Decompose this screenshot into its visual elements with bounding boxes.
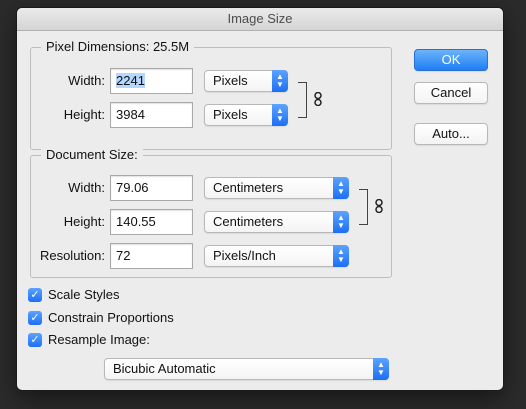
select-arrows-icon: ▲ ▼ bbox=[333, 245, 349, 267]
cancel-button[interactable]: Cancel bbox=[414, 82, 488, 104]
select-arrows-icon: ▲ ▼ bbox=[333, 211, 349, 233]
checkmark-icon: ✓ bbox=[28, 288, 42, 302]
resolution-unit: Pixels/Inch bbox=[213, 248, 276, 263]
select-arrows-icon: ▲ ▼ bbox=[333, 177, 349, 199]
document-size-label: Document Size: bbox=[46, 147, 138, 162]
pixel-width-field[interactable]: 2241 bbox=[110, 68, 193, 94]
pixel-height-value: 3984 bbox=[116, 107, 145, 122]
auto-button[interactable]: Auto... bbox=[414, 123, 488, 145]
chain-link-icon bbox=[314, 92, 322, 106]
pixel-width-value: 2241 bbox=[116, 73, 145, 88]
select-arrows-icon: ▲ ▼ bbox=[373, 358, 389, 380]
doc-height-value: 140.55 bbox=[116, 214, 156, 229]
checkmark-icon: ✓ bbox=[28, 311, 42, 325]
window-title: Image Size bbox=[17, 8, 503, 31]
pixel-width-unit-select[interactable]: Pixels ▲ ▼ bbox=[204, 70, 288, 92]
resolution-unit-select[interactable]: Pixels/Inch ▲ ▼ bbox=[204, 245, 349, 267]
pixel-dimensions-size: 25.5M bbox=[152, 39, 190, 54]
pixel-height-unit: Pixels bbox=[213, 107, 248, 122]
doc-height-field[interactable]: 140.55 bbox=[110, 209, 193, 235]
pixel-height-label: Height: bbox=[63, 107, 105, 122]
scale-styles-label: Scale Styles bbox=[48, 287, 120, 302]
resample-method-select[interactable]: Bicubic Automatic ▲ ▼ bbox=[104, 358, 389, 380]
pixel-dimensions-label: Pixel Dimensions: bbox=[46, 39, 150, 54]
doc-width-unit: Centimeters bbox=[213, 180, 284, 195]
resolution-value: 72 bbox=[116, 248, 131, 263]
chain-link-icon bbox=[375, 199, 383, 213]
document-size-legend: Document Size: bbox=[41, 147, 143, 163]
pixel-height-field[interactable]: 3984 bbox=[110, 102, 193, 128]
image-size-dialog: Image Size Pixel Dimensions: 25.5M Width… bbox=[17, 8, 503, 390]
pixel-dimensions-group: Pixel Dimensions: 25.5M bbox=[30, 39, 392, 150]
pixel-height-unit-select[interactable]: Pixels ▲ ▼ bbox=[204, 104, 288, 126]
doc-width-field[interactable]: 79.06 bbox=[110, 175, 193, 201]
pixel-link-bracket bbox=[298, 82, 307, 118]
doc-height-unit: Centimeters bbox=[213, 214, 284, 229]
doc-height-unit-select[interactable]: Centimeters ▲ ▼ bbox=[204, 211, 349, 233]
doc-link-bracket bbox=[359, 189, 368, 225]
select-arrows-icon: ▲ ▼ bbox=[272, 104, 288, 126]
pixel-width-unit: Pixels bbox=[213, 73, 248, 88]
checkmark-icon: ✓ bbox=[28, 333, 42, 347]
pixel-width-label: Width: bbox=[68, 73, 105, 88]
doc-height-label: Height: bbox=[63, 214, 105, 229]
ok-button[interactable]: OK bbox=[414, 49, 488, 71]
resample-method-value: Bicubic Automatic bbox=[113, 361, 216, 376]
doc-width-value: 79.06 bbox=[116, 180, 149, 195]
resample-image-label: Resample Image: bbox=[48, 332, 150, 347]
pixel-dimensions-legend: Pixel Dimensions: 25.5M bbox=[41, 39, 195, 55]
resolution-label: Resolution: bbox=[39, 248, 105, 263]
doc-width-unit-select[interactable]: Centimeters ▲ ▼ bbox=[204, 177, 349, 199]
doc-width-label: Width: bbox=[68, 180, 105, 195]
resolution-field[interactable]: 72 bbox=[110, 243, 193, 269]
constrain-proportions-label: Constrain Proportions bbox=[48, 310, 174, 325]
select-arrows-icon: ▲ ▼ bbox=[272, 70, 288, 92]
